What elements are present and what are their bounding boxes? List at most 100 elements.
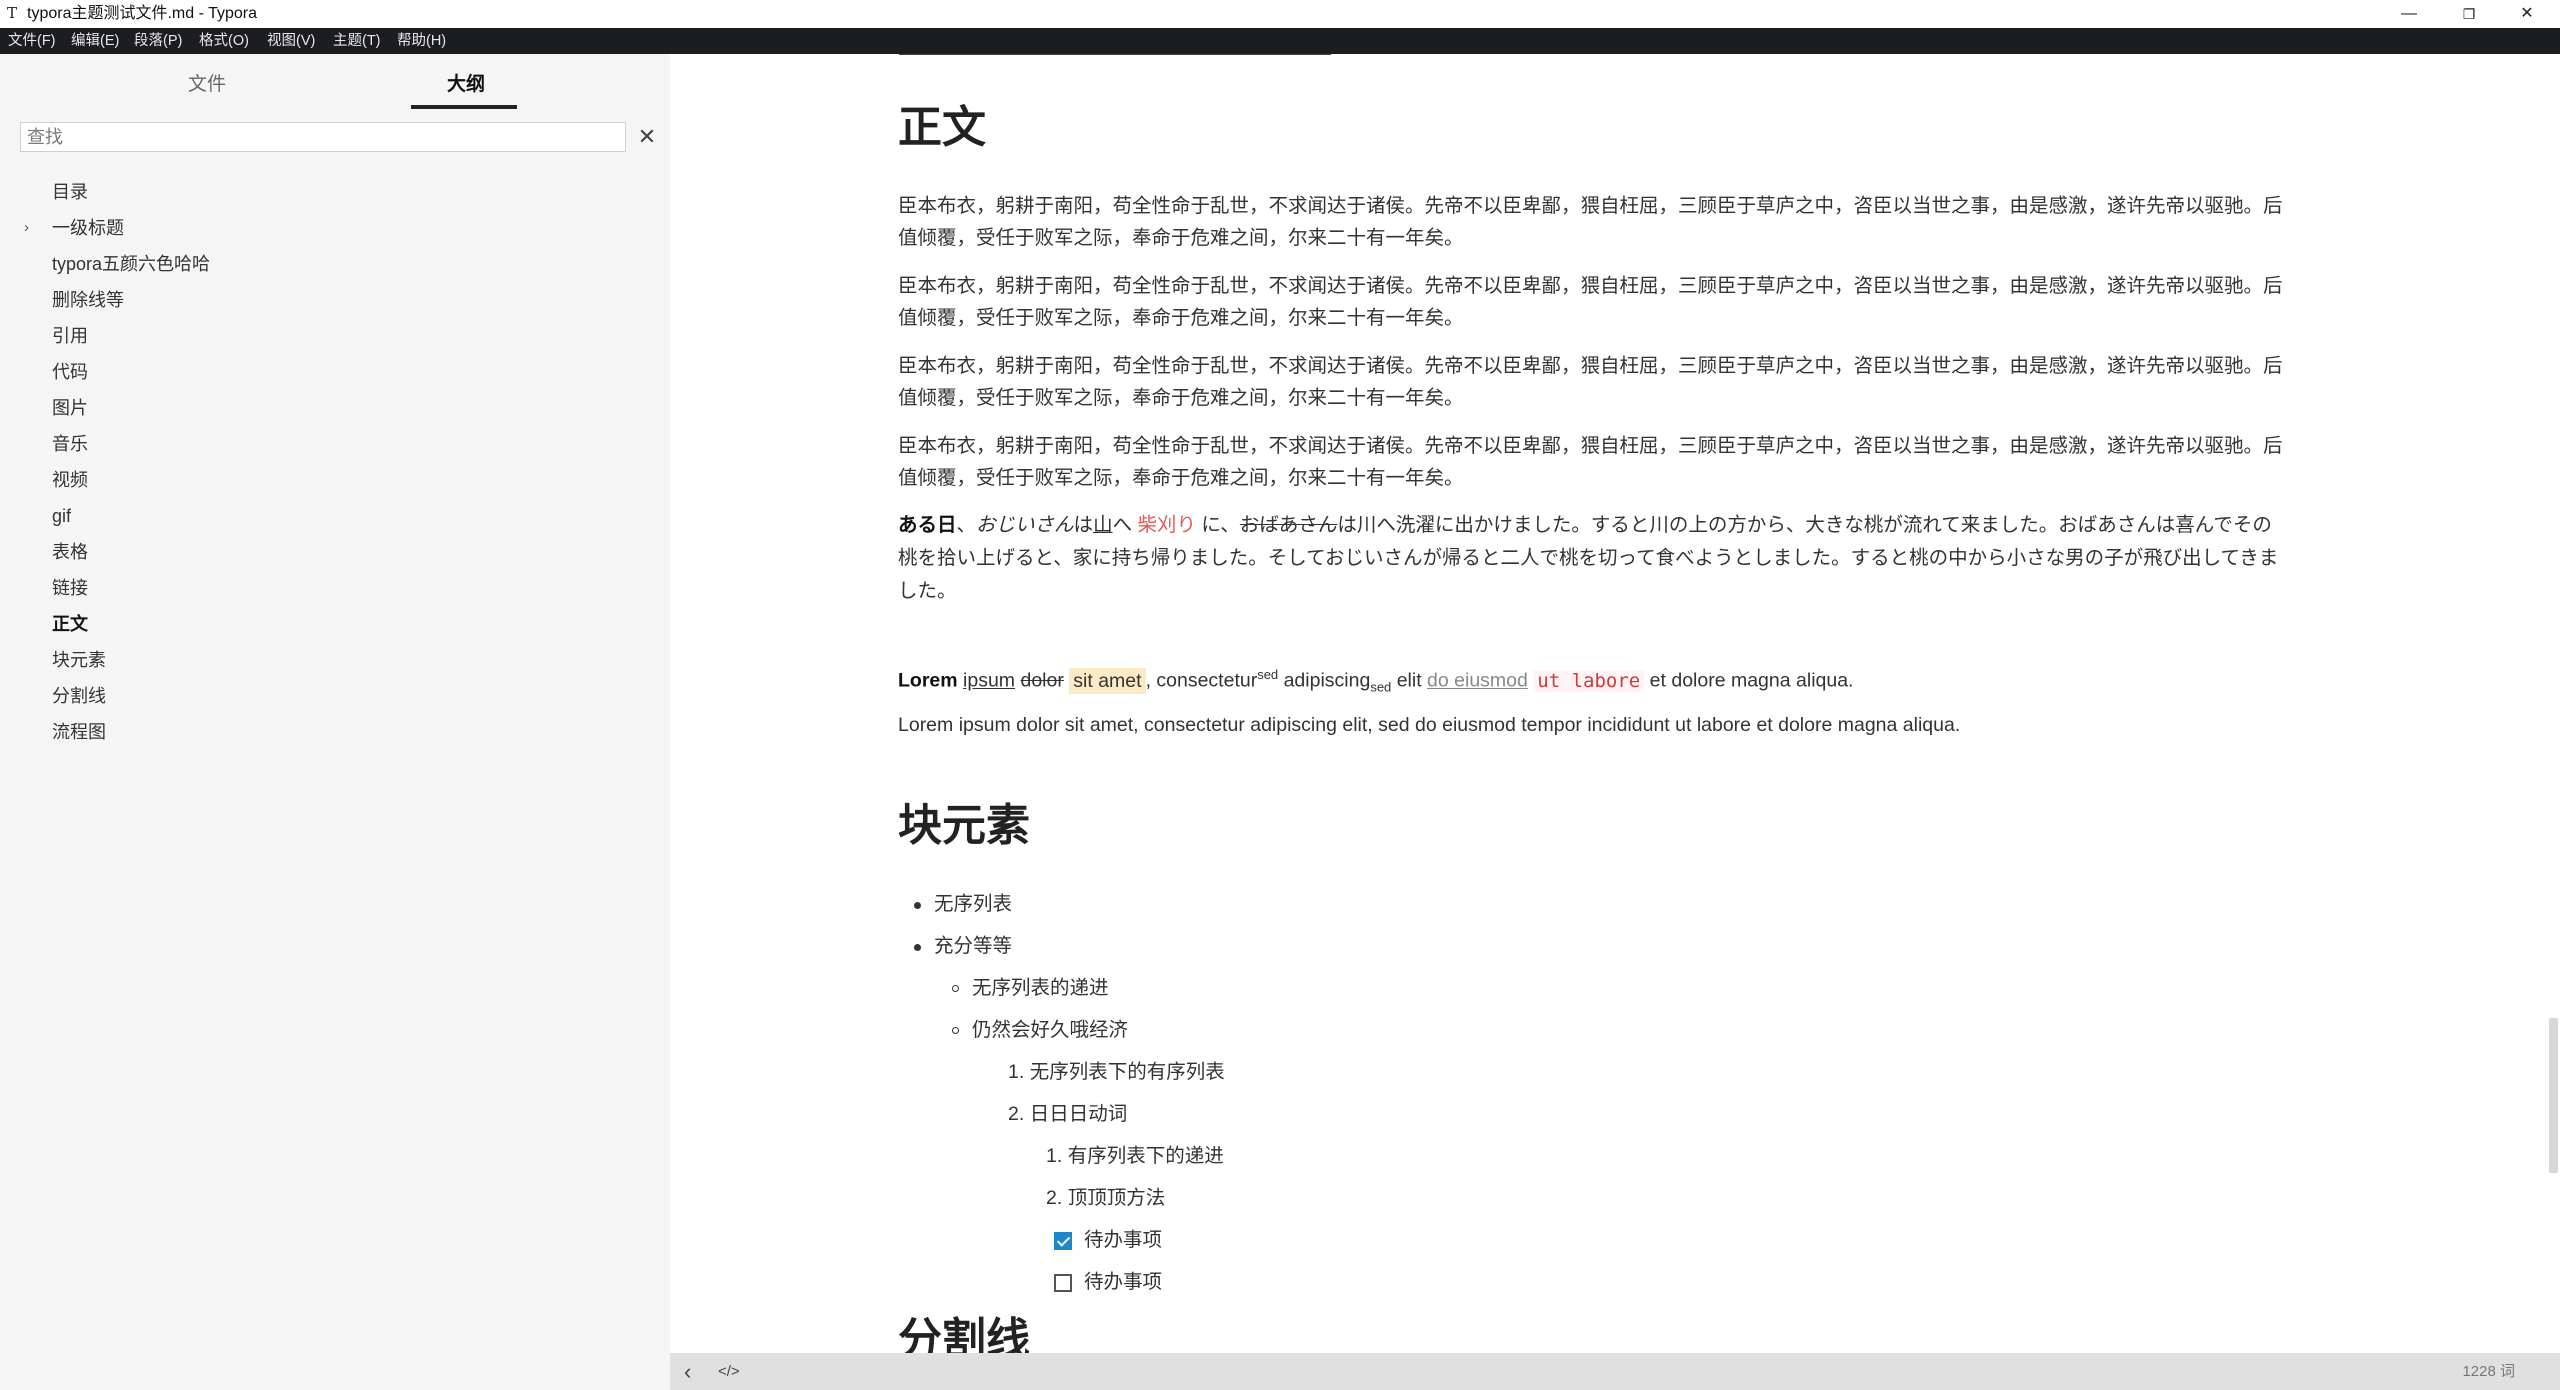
paragraph-line: 臣本布衣，躬耕于南阳，苟全性命于乱世，不求闻达于诸侯。先帝不以臣卑鄙，猥自枉屈，… bbox=[898, 355, 2283, 377]
outline-search-input[interactable] bbox=[20, 122, 626, 152]
list-number: 2. bbox=[1008, 1103, 1025, 1125]
hollow-bullet-icon bbox=[952, 1027, 959, 1034]
outline-item-code[interactable]: 代码 bbox=[0, 354, 670, 390]
clear-search-icon[interactable]: ✕ bbox=[637, 122, 657, 152]
lorem-paragraph: Lorem ipsum dolor sit amet, consectetur … bbox=[898, 714, 1961, 736]
paragraph: 臣本布衣，躬耕于南阳，苟全性命于乱世，不求闻达于诸侯。先帝不以臣卑鄙，猥自枉屈，… bbox=[898, 190, 2318, 254]
editor-pane[interactable]: 正文 臣本布衣，躬耕于南阳，苟全性命于乱世，不求闻达于诸侯。先帝不以臣卑鄙，猥自… bbox=[670, 54, 2560, 1353]
source-code-mode-icon[interactable]: </> bbox=[718, 1353, 740, 1390]
text: は川へ洗濯に出かけました。すると川の上の方から、大きな桃が流れて来ました。おばあ… bbox=[1337, 514, 2272, 536]
sidebar: 文件 大纲 ✕ 目录 › 一级标题 typora五颜六色哈哈 删除线等 引用 代码… bbox=[0, 54, 670, 1390]
heading-divider: 分割线 bbox=[898, 1315, 1030, 1353]
outline-item-video[interactable]: 视频 bbox=[0, 462, 670, 498]
outline-item-table[interactable]: 表格 bbox=[0, 534, 670, 570]
list-item-text: 日日日动词 bbox=[1029, 1103, 1128, 1125]
italic-text: おじいさん bbox=[976, 514, 1074, 536]
paragraph-line: 值倾覆，受任于败军之际，奉命于危难之间，尔来二十有一年矣。 bbox=[898, 227, 1464, 249]
status-bar: ‹ </> 1228 词 bbox=[670, 1353, 2560, 1390]
outline-item-label: typora五颜六色哈哈 bbox=[52, 254, 211, 274]
active-tab-indicator bbox=[411, 105, 517, 109]
outline-item-image[interactable]: 图片 bbox=[0, 390, 670, 426]
outline-item-quote[interactable]: 引用 bbox=[0, 318, 670, 354]
outline-item-body[interactable]: 正文 bbox=[0, 606, 670, 642]
outline-item-block[interactable]: 块元素 bbox=[0, 642, 670, 678]
outline-item-label: 流程图 bbox=[52, 722, 106, 742]
minimize-button[interactable]: — bbox=[2380, 0, 2438, 28]
outline-item-strikethrough[interactable]: 删除线等 bbox=[0, 282, 670, 318]
paragraph-line: 值倾覆，受任于败军之际，奉命于危难之间，尔来二十有一年矣。 bbox=[898, 387, 1464, 409]
toggle-sidebar-icon[interactable]: ‹ bbox=[684, 1353, 691, 1390]
tab-files[interactable]: 文件 bbox=[188, 72, 226, 98]
list-item-text: 有序列表下的递进 bbox=[1067, 1145, 1224, 1167]
text: elit bbox=[1391, 669, 1428, 692]
lorem-formatted-paragraph: Lorem ipsum dolor sit amet, consecteturs… bbox=[898, 659, 2318, 703]
word-count[interactable]: 1228 词 bbox=[2462, 1353, 2515, 1390]
list-item: 无序列表的递进 bbox=[952, 972, 1109, 1004]
typora-app-icon: T bbox=[7, 4, 18, 22]
outline-item-flowchart[interactable]: 流程图 bbox=[0, 714, 670, 750]
subscript-text: sed bbox=[1370, 679, 1392, 695]
outline-item-label: 引用 bbox=[52, 326, 88, 346]
unchecked-checkbox[interactable] bbox=[1054, 1274, 1072, 1292]
text: et dolore magna aliqua. bbox=[1644, 669, 1854, 692]
outline-item-label: 链接 bbox=[52, 578, 88, 598]
task-item-text: 待办事项 bbox=[1084, 1229, 1163, 1251]
menu-bar: 文件(F) 编辑(E) 段落(P) 格式(O) 视图(V) 主题(T) 帮助(H… bbox=[0, 28, 2560, 54]
list-number: 1. bbox=[1008, 1061, 1025, 1083]
inline-code: ut labore bbox=[1533, 669, 1645, 692]
list-item-text: 充分等等 bbox=[934, 935, 1013, 957]
outline-item-toc[interactable]: 目录 bbox=[0, 174, 670, 210]
outline-item-divider[interactable]: 分割线 bbox=[0, 678, 670, 714]
chevron-right-icon[interactable]: › bbox=[24, 210, 29, 246]
link[interactable]: do eiusmod bbox=[1427, 670, 1528, 692]
task-item: 待办事项 bbox=[1054, 1266, 1163, 1298]
list-item: 无序列表 bbox=[914, 888, 1012, 920]
list-item: 仍然会好久哦经济 bbox=[952, 1014, 1128, 1046]
menu-theme[interactable]: 主题(T) bbox=[333, 28, 381, 54]
outline-item-label: 正文 bbox=[52, 614, 88, 634]
tab-outline[interactable]: 大纲 bbox=[447, 72, 485, 98]
restore-button[interactable]: ❐ bbox=[2440, 0, 2498, 28]
outline-item-colors[interactable]: typora五颜六色哈哈 bbox=[0, 246, 670, 282]
outline-item-label: 块元素 bbox=[52, 650, 106, 670]
paragraph: 臣本布衣，躬耕于南阳，苟全性命于乱世，不求闻达于诸侯。先帝不以臣卑鄙，猥自枉屈，… bbox=[898, 350, 2318, 414]
outline-item-gif[interactable]: gif bbox=[0, 498, 670, 534]
text: へ bbox=[1112, 514, 1138, 536]
strikethrough-text: おばあさん bbox=[1239, 514, 1338, 536]
task-item-text: 待办事项 bbox=[1084, 1271, 1163, 1293]
checked-checkbox[interactable] bbox=[1054, 1232, 1072, 1250]
strikethrough-text: dolor bbox=[1020, 669, 1064, 692]
list-item-text: 顶顶顶方法 bbox=[1067, 1187, 1166, 1209]
outline-item-label: 视频 bbox=[52, 470, 88, 490]
menu-file[interactable]: 文件(F) bbox=[8, 28, 56, 54]
bullet-icon bbox=[914, 944, 921, 951]
horizontal-rule bbox=[899, 54, 1331, 55]
close-window-button[interactable]: ✕ bbox=[2498, 0, 2556, 28]
underline-text: 山 bbox=[1093, 514, 1113, 536]
outline-item-h1[interactable]: › 一级标题 bbox=[0, 210, 670, 246]
outline-item-music[interactable]: 音乐 bbox=[0, 426, 670, 462]
menu-help[interactable]: 帮助(H) bbox=[397, 28, 446, 54]
outline-item-label: 目录 bbox=[52, 182, 88, 202]
outline-item-label: 音乐 bbox=[52, 434, 88, 454]
menu-edit[interactable]: 编辑(E) bbox=[71, 28, 119, 54]
ordered-list-item: 1. 无序列表下的有序列表 bbox=[1008, 1056, 1225, 1088]
menu-format[interactable]: 格式(O) bbox=[199, 28, 249, 54]
red-text: 柴刈り bbox=[1137, 514, 1197, 536]
text: , consectetur bbox=[1145, 669, 1258, 692]
text: に、 bbox=[1196, 514, 1240, 536]
bold-text: Lorem bbox=[898, 669, 958, 692]
list-item: 充分等等 bbox=[914, 930, 1013, 962]
bullet-icon bbox=[914, 902, 921, 909]
list-number: 1. bbox=[1046, 1145, 1063, 1167]
paragraph-line: 值倾覆，受任于败军之际，奉命于危难之间，尔来二十有一年矣。 bbox=[898, 307, 1464, 329]
menu-view[interactable]: 视图(V) bbox=[267, 28, 315, 54]
japanese-paragraph: ある日、おじいさんは山へ 柴刈り に、おばあさんは川へ洗濯に出かけました。すると… bbox=[898, 509, 2318, 608]
outline-item-label: 代码 bbox=[52, 362, 88, 382]
editor-scrollbar-thumb[interactable] bbox=[2549, 1018, 2558, 1173]
ordered-list-item: 2. 日日日动词 bbox=[1008, 1098, 1127, 1130]
outline-item-link[interactable]: 链接 bbox=[0, 570, 670, 606]
menu-paragraph[interactable]: 段落(P) bbox=[134, 28, 182, 54]
ordered-list-item: 2. 顶顶顶方法 bbox=[1046, 1182, 1165, 1214]
outline-item-label: 删除线等 bbox=[52, 290, 124, 310]
